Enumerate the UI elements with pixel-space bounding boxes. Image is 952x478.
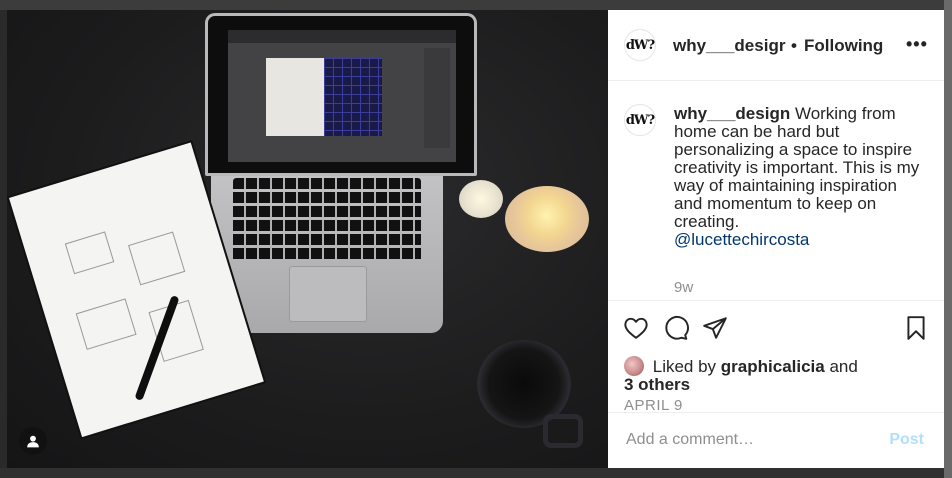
app-toolbar: [228, 30, 456, 43]
sketch-box: [75, 298, 137, 350]
mention-link[interactable]: @lucettechircosta: [674, 231, 930, 249]
paper-plane-icon: [703, 317, 727, 339]
post-side-panel: dW? why___desigr • Following ••• dW? why…: [608, 10, 944, 468]
post-photo[interactable]: [7, 10, 608, 468]
bookmark-icon: [907, 316, 925, 340]
likes-others-link[interactable]: 3 others: [624, 375, 690, 394]
comment-input[interactable]: [624, 430, 878, 450]
app-page-right: [324, 58, 382, 136]
post-comment-button[interactable]: Post: [889, 431, 924, 449]
background-thumbnails-right: [944, 0, 952, 478]
background-thumbnails-bottom: [0, 468, 952, 478]
laptop-app-window: [228, 30, 456, 162]
comments-list[interactable]: dW? why___design Working from home can b…: [608, 81, 944, 299]
sketch-box: [64, 231, 115, 275]
liker-avatar[interactable]: [624, 356, 644, 376]
likes-summary: Liked by graphicalicia and 3 others: [624, 356, 924, 394]
heart-icon: [624, 317, 648, 339]
share-button[interactable]: [702, 315, 728, 341]
liker-username[interactable]: graphicalicia: [721, 357, 825, 376]
comment-form: Post: [608, 412, 944, 469]
laptop-screen: [205, 13, 477, 176]
tagged-users-button[interactable]: [19, 427, 47, 455]
laptop-trackpad: [289, 266, 367, 322]
more-options-button[interactable]: •••: [906, 34, 928, 55]
app-page-left: [266, 58, 324, 136]
author-username[interactable]: why___desigr: [673, 36, 785, 56]
following-button[interactable]: Following: [804, 36, 883, 56]
comment-icon: [665, 316, 689, 340]
post-caption: why___design Working from home can be ha…: [674, 105, 930, 249]
sketch-box: [128, 231, 186, 286]
post-header: dW? why___desigr • Following •••: [608, 10, 944, 81]
likes-and: and: [829, 357, 858, 376]
author-avatar[interactable]: dW?: [624, 29, 656, 61]
follow-separator: •: [791, 36, 797, 55]
app-side-panel: [424, 48, 450, 148]
like-button[interactable]: [623, 315, 649, 341]
lit-candle: [505, 186, 589, 252]
caption-text: Working from home can be hard but person…: [674, 104, 920, 231]
comment-button[interactable]: [663, 315, 689, 341]
likes-prefix: Liked by: [652, 357, 717, 376]
caption-timestamp[interactable]: 9w: [674, 279, 693, 296]
caption-author-avatar[interactable]: dW?: [624, 104, 656, 136]
save-button[interactable]: [903, 315, 929, 341]
mug-handle: [543, 414, 583, 448]
small-candle: [459, 180, 503, 218]
laptop-keyboard: [233, 178, 421, 262]
post-actions: Liked by graphicalicia and 3 others APRI…: [608, 300, 944, 421]
caption-username[interactable]: why___design: [674, 104, 790, 123]
background-thumbnails-top: [0, 0, 952, 10]
user-icon: [27, 435, 39, 448]
